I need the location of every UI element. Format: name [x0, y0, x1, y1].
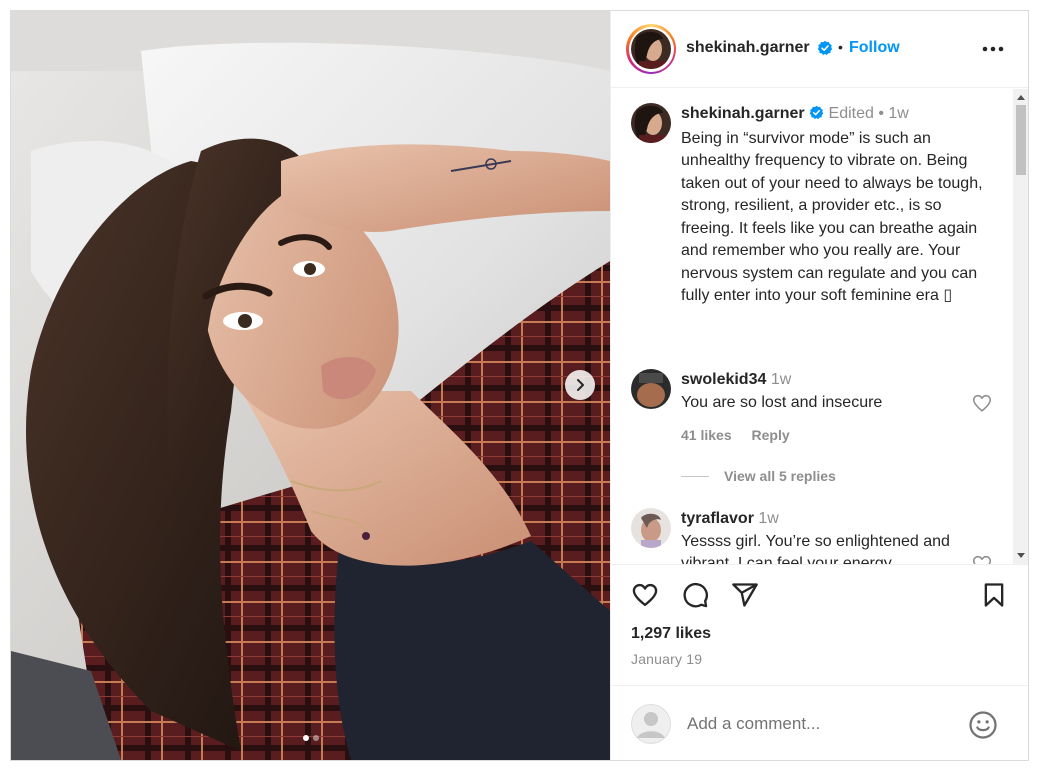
- comment-text: Yessss girl. You’re so enlightened and v…: [681, 532, 950, 565]
- add-comment-input[interactable]: [687, 712, 947, 736]
- comment-text: You are so lost and insecure: [681, 393, 883, 411]
- default-avatar-icon: [631, 704, 671, 744]
- author-avatar[interactable]: [626, 24, 676, 74]
- post-dialog: shekinah.garner • Follow shekinah.garner…: [10, 10, 1029, 761]
- post-media[interactable]: [11, 11, 610, 760]
- post-header: shekinah.garner • Follow: [611, 11, 1028, 88]
- post-side-panel: shekinah.garner • Follow shekinah.garner…: [610, 11, 1028, 760]
- caption-time[interactable]: 1w: [888, 105, 908, 122]
- post-photo: [11, 11, 610, 760]
- caption-text: Being in “survivor mode” is such an unhe…: [681, 129, 983, 305]
- comment-time[interactable]: 1w: [771, 371, 791, 388]
- chevron-right-icon: [577, 379, 584, 391]
- caption-separator: •: [878, 105, 884, 122]
- heart-outline-icon[interactable]: [971, 553, 993, 564]
- carousel-next-button[interactable]: [565, 370, 595, 400]
- comment-avatar-image: [631, 508, 671, 548]
- author-avatar-image: [631, 29, 671, 69]
- view-replies-button[interactable]: View all 5 replies: [681, 468, 836, 484]
- carousel-indicator: [11, 735, 610, 741]
- caption-author-avatar[interactable]: [631, 103, 671, 143]
- author-username[interactable]: shekinah.garner: [686, 39, 810, 57]
- post-date[interactable]: January 19: [631, 651, 702, 667]
- bookmark-icon[interactable]: [980, 581, 1008, 609]
- comment-username[interactable]: swolekid34: [681, 371, 766, 388]
- comment-likes[interactable]: 41 likes: [681, 427, 732, 443]
- scrollbar-thumb[interactable]: [1016, 105, 1026, 175]
- comment-time[interactable]: 1w: [758, 510, 778, 527]
- follow-button[interactable]: Follow: [849, 39, 900, 57]
- comment-avatar-image: [631, 369, 671, 409]
- caption-edited-label: Edited: [828, 105, 874, 122]
- share-icon[interactable]: [731, 581, 759, 609]
- likes-count[interactable]: 1,297 likes: [631, 625, 711, 643]
- replies-divider: [681, 475, 709, 477]
- comment-actions: 41 likes Reply: [681, 427, 806, 443]
- scroll-down-arrow[interactable]: [1017, 553, 1025, 558]
- caption: shekinah.garner Edited • 1w Being in “su…: [681, 103, 996, 308]
- comment-username[interactable]: tyraflavor: [681, 510, 754, 527]
- caption-avatar-image: [631, 103, 671, 143]
- carousel-dot: [312, 735, 319, 741]
- comment-reply-button[interactable]: Reply: [752, 427, 790, 443]
- scroll-up-arrow[interactable]: [1017, 95, 1025, 100]
- header-separator: •: [838, 39, 843, 55]
- comment-avatar[interactable]: [631, 508, 671, 548]
- comment-avatar[interactable]: [631, 369, 671, 409]
- emoji-icon[interactable]: [968, 710, 998, 740]
- view-replies-label: View all 5 replies: [724, 468, 836, 484]
- verified-badge-icon: [817, 40, 833, 61]
- comment: swolekid34 1w You are so lost and insecu…: [681, 369, 991, 414]
- comment-icon[interactable]: [681, 581, 709, 609]
- verified-badge-icon: [809, 105, 824, 128]
- comment: tyraflavor 1w Yessss girl. You’re so enl…: [681, 508, 966, 564]
- heart-outline-icon[interactable]: [971, 392, 993, 414]
- carousel-dot-active: [302, 735, 309, 741]
- heart-outline-icon[interactable]: [631, 581, 659, 609]
- add-comment-bar: [611, 685, 1028, 760]
- comments-scrollbar[interactable]: [1013, 89, 1028, 564]
- comments-list[interactable]: shekinah.garner Edited • 1w Being in “su…: [611, 89, 1028, 564]
- caption-meta: shekinah.garner Edited • 1w: [681, 103, 996, 128]
- current-user-avatar: [631, 704, 671, 744]
- caption-username[interactable]: shekinah.garner: [681, 105, 805, 122]
- more-options-icon[interactable]: [981, 39, 1005, 59]
